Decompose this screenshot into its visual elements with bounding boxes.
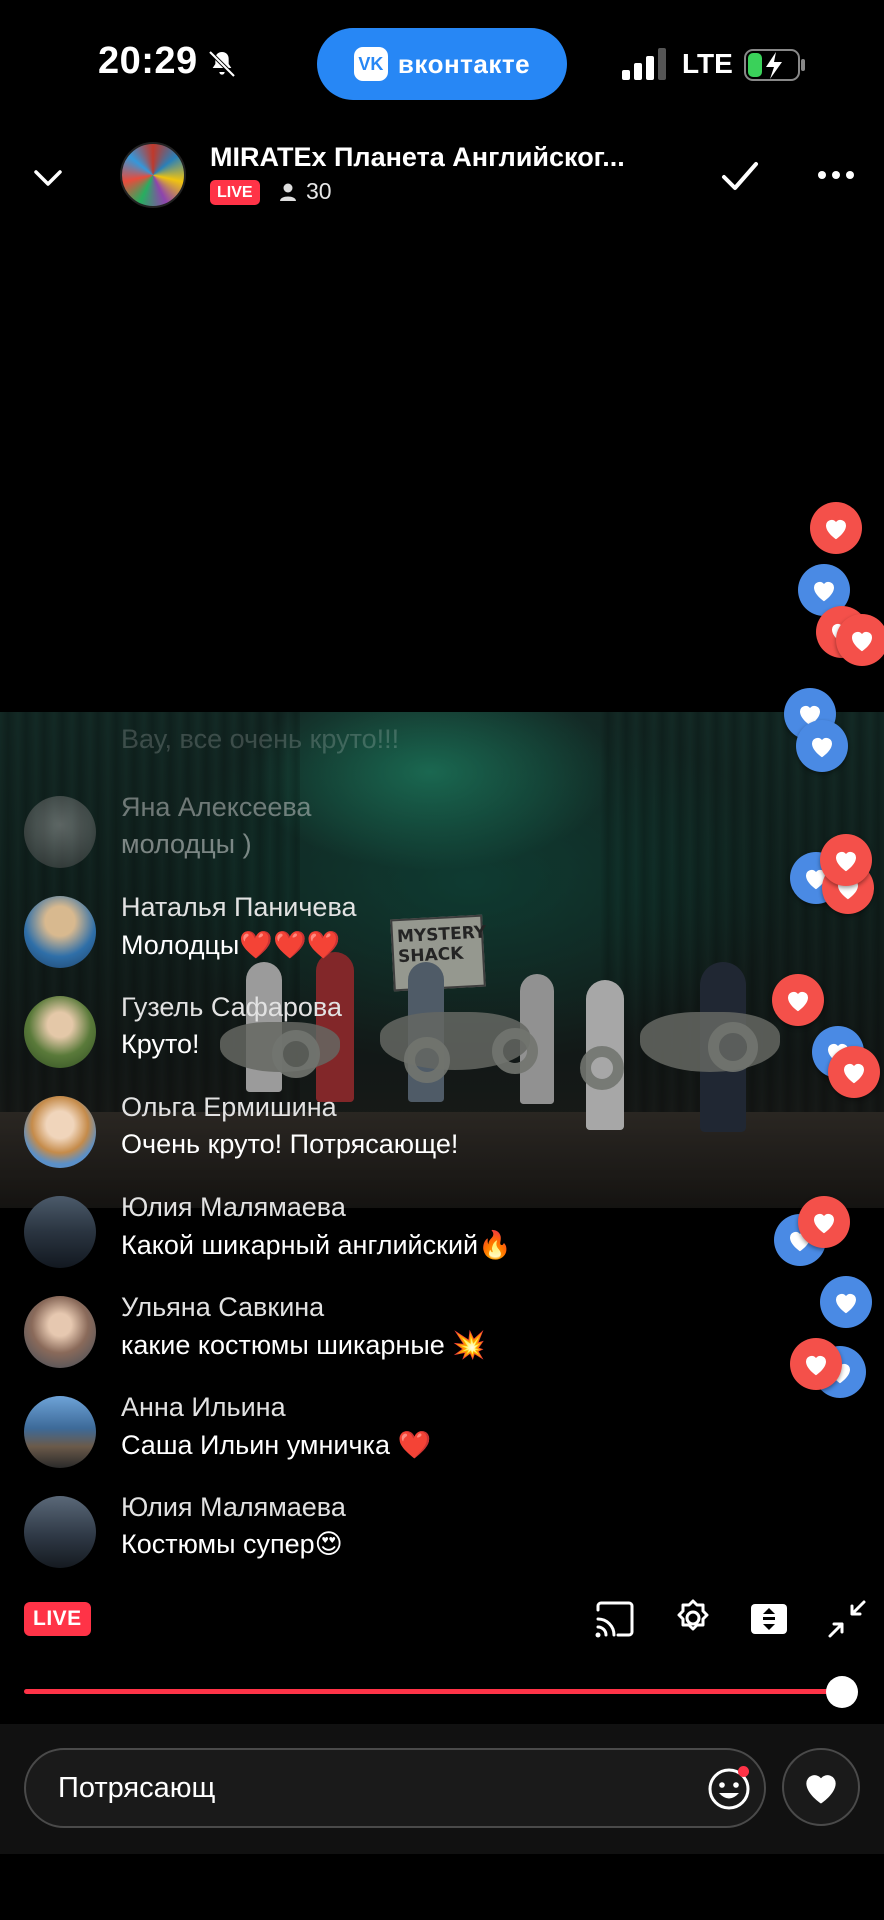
like-button[interactable] xyxy=(782,1748,860,1826)
comment-author[interactable]: Юлия Малямаева xyxy=(121,1192,346,1223)
comment-text: молодцы ) xyxy=(121,829,252,859)
comment-author[interactable]: Юлия Малямаева xyxy=(121,1492,346,1523)
avatar[interactable] xyxy=(24,1096,96,1168)
bell-slash-icon xyxy=(208,50,236,78)
comment-text: Саша Ильин умничка ❤️ xyxy=(121,1430,432,1460)
comment-item: Гузель Сафарова Круто! xyxy=(24,992,744,1072)
cast-icon[interactable] xyxy=(594,1598,636,1640)
avatar[interactable] xyxy=(24,896,96,968)
heart-reaction-icon xyxy=(810,502,862,554)
avatar[interactable] xyxy=(24,996,96,1068)
vk-app-pill[interactable]: VK вконтакте xyxy=(317,28,567,100)
comment-item: Юлия Малямаева Костюмы супер😍 xyxy=(24,1492,744,1572)
signal-icon xyxy=(622,48,666,80)
comment-author[interactable]: Анна Ильина xyxy=(121,1392,286,1423)
stream-header: MIRATEx Планета Английског... LIVE 30 xyxy=(0,130,884,230)
comment-text: Какой шикарный английский🔥 xyxy=(121,1230,512,1260)
vk-app-label: вконтакте xyxy=(397,48,531,79)
heart-icon xyxy=(806,1775,836,1804)
notification-dot xyxy=(738,1766,749,1777)
community-avatar[interactable] xyxy=(120,142,186,208)
checkmark-icon[interactable] xyxy=(718,154,762,198)
comment-item: Ольга Ермишина Очень круто! Потрясающе! xyxy=(24,1092,744,1172)
vk-logo-icon: VK xyxy=(353,47,388,81)
heart-reaction-icon xyxy=(836,614,884,666)
comment-item: Юлия Малямаева Какой шикарный английский… xyxy=(24,1192,744,1272)
comment-item: Наталья Паничева Молодцы❤️❤️❤️ xyxy=(24,892,744,972)
comment-author[interactable]: Ольга Ермишина xyxy=(121,1092,337,1123)
live-indicator: LIVE xyxy=(24,1602,91,1636)
live-badge: LIVE xyxy=(210,180,260,205)
comment-item: Анна Ильина Саша Ильин умничка ❤️ xyxy=(24,1392,744,1472)
comment-author[interactable]: Яна Алексеева xyxy=(121,792,311,823)
heart-reaction-icon xyxy=(828,1046,880,1098)
comment-author[interactable]: Наталья Паничева xyxy=(121,892,357,923)
comment-text: Круто! xyxy=(121,1029,200,1059)
viewer-count-value: 30 xyxy=(306,178,332,204)
network-type: LTE xyxy=(682,48,733,79)
settings-icon[interactable] xyxy=(672,1598,714,1640)
comment-item: Яна Алексеева молодцы ) xyxy=(24,792,744,872)
person-icon xyxy=(280,183,296,201)
comment-input-container[interactable] xyxy=(24,1748,766,1828)
comment-item: Ульяна Савкина какие костюмы шикарные 💥 xyxy=(24,1292,744,1372)
avatar[interactable] xyxy=(24,1496,96,1568)
comment-author[interactable]: Гузель Сафарова xyxy=(121,992,342,1023)
battery-charging-icon xyxy=(744,49,805,81)
comment-faded: Вау, все очень круто!!! xyxy=(121,724,400,754)
comment-text: какие костюмы шикарные 💥 xyxy=(121,1330,486,1360)
heart-reaction-icon xyxy=(796,720,848,772)
stream-progress-bar[interactable] xyxy=(24,1689,844,1694)
status-bar: 20:29 VK вконтакте LTE xyxy=(0,0,884,120)
comment-input[interactable] xyxy=(58,1768,678,1808)
stream-title[interactable]: MIRATEx Планета Английског... xyxy=(210,142,660,173)
heart-reaction-icon xyxy=(820,1276,872,1328)
pip-icon[interactable] xyxy=(748,1598,790,1640)
collapse-icon[interactable] xyxy=(826,1598,868,1640)
more-icon[interactable] xyxy=(816,160,856,190)
status-time: 20:29 xyxy=(98,40,198,82)
avatar[interactable] xyxy=(24,1396,96,1468)
heart-reaction-icon xyxy=(798,1196,850,1248)
comment-text: Очень круто! Потрясающе! xyxy=(121,1129,459,1159)
avatar[interactable] xyxy=(24,1196,96,1268)
comment-composer xyxy=(0,1724,884,1854)
viewer-count: 30 xyxy=(278,178,332,205)
avatar[interactable] xyxy=(24,796,96,868)
comment-author[interactable]: Ульяна Савкина xyxy=(121,1292,324,1323)
heart-reaction-icon xyxy=(772,974,824,1026)
comment-text: Молодцы❤️❤️❤️ xyxy=(121,930,341,960)
heart-reaction-icon xyxy=(790,1338,842,1390)
avatar[interactable] xyxy=(24,1296,96,1368)
progress-knob[interactable] xyxy=(826,1676,858,1708)
chevron-down-icon[interactable] xyxy=(28,158,68,198)
heart-reaction-icon xyxy=(820,834,872,886)
comment-text: Костюмы супер😍 xyxy=(121,1529,343,1559)
